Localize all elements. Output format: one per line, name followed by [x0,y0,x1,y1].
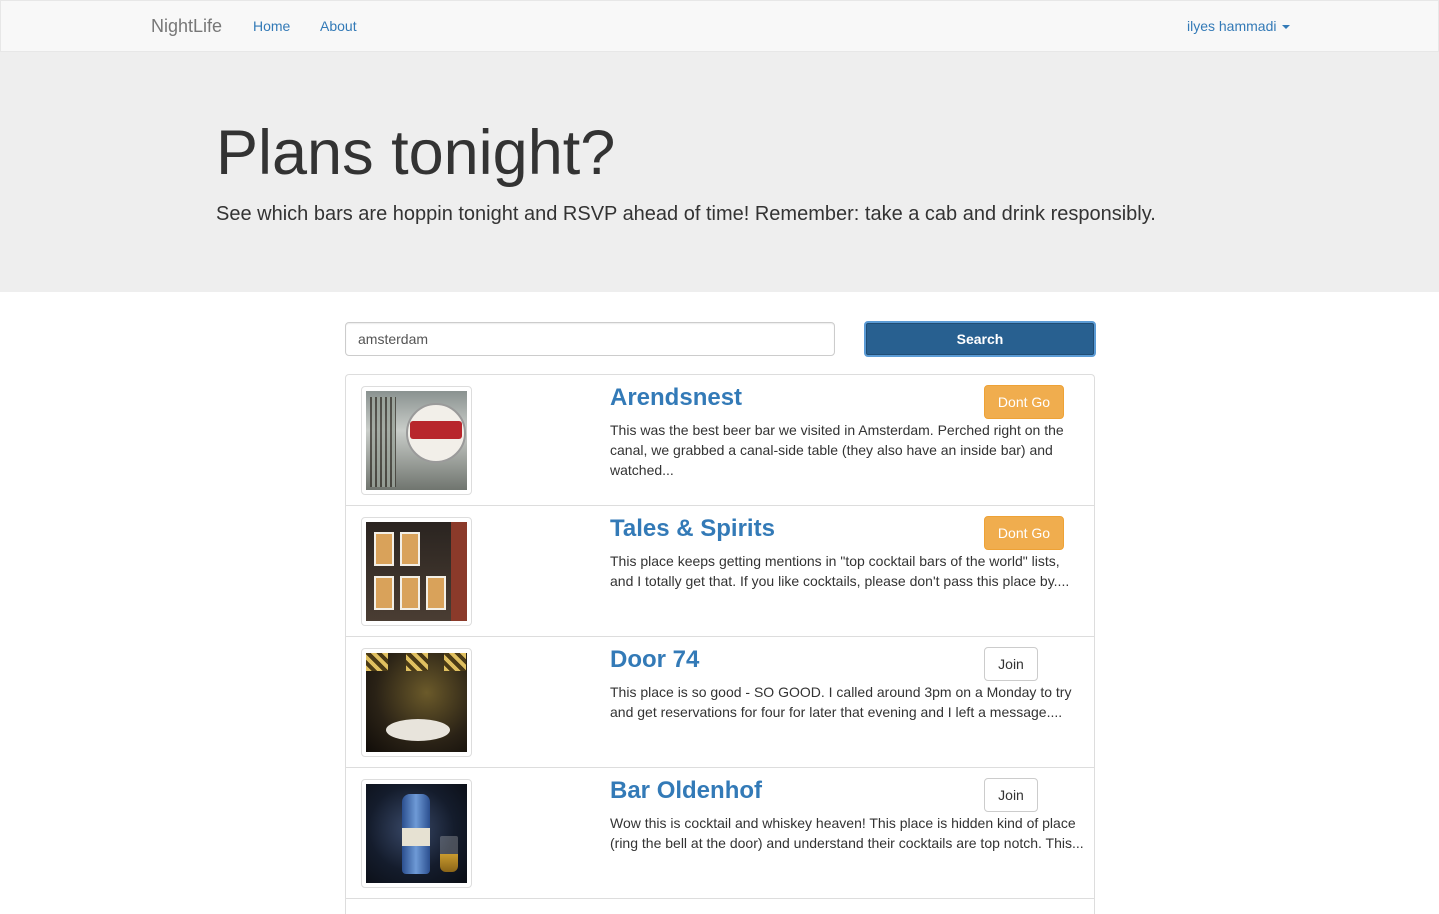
join-button[interactable]: Join [984,647,1038,681]
bar-photo [366,784,467,883]
dont-go-button[interactable]: Dont Go [984,385,1064,419]
page-subtitle: See which bars are hoppin tonight and RS… [216,203,1156,225]
bar-name-link[interactable]: Tales & Spirits [610,515,775,543]
list-item: Bar Oldenhof Wow this is cocktail and wh… [346,768,1094,899]
list-item: Tales & Spirits This place keeps getting… [346,506,1094,637]
bar-name-link[interactable]: Door 74 [610,646,699,674]
dont-go-button[interactable]: Dont Go [984,516,1064,550]
results-list: Arendsnest This was the best beer bar we… [345,374,1095,914]
bar-thumbnail [361,517,472,626]
bar-description: Wow this is cocktail and whiskey heaven!… [610,815,1084,851]
jumbotron: Plans tonight? See which bars are hoppin… [0,52,1439,292]
caret-down-icon [1282,25,1291,30]
bar-photo [366,522,467,621]
bar-photo [366,391,467,490]
bar-thumbnail [361,648,472,757]
list-item: Arendsnest This was the best beer bar we… [346,375,1094,506]
navbar: NightLife Home About ilyes hammadi [0,0,1439,52]
bar-name-link[interactable]: Arendsnest [610,384,742,412]
nav-about-link[interactable]: About [320,18,357,34]
page-title: Plans tonight? [216,118,616,188]
list-item: Door 74 This place is so good - SO GOOD.… [346,637,1094,768]
bar-description: This place keeps getting mentions in "to… [610,553,1070,589]
location-search-input[interactable] [345,322,835,356]
bar-thumbnail [361,779,472,888]
user-dropdown[interactable]: ilyes hammadi [1187,18,1291,34]
bar-description: This place is so good - SO GOOD. I calle… [610,684,1072,720]
search-button[interactable]: Search [864,321,1096,357]
join-button[interactable]: Join [984,778,1038,812]
user-name: ilyes hammadi [1187,18,1277,34]
nav-home-link[interactable]: Home [253,18,290,34]
bar-thumbnail [361,386,472,495]
bar-description: This was the best beer bar we visited in… [610,422,1064,478]
bar-photo [366,653,467,752]
brand-link[interactable]: NightLife [151,16,222,37]
bar-name-link[interactable]: Bar Oldenhof [610,777,762,805]
